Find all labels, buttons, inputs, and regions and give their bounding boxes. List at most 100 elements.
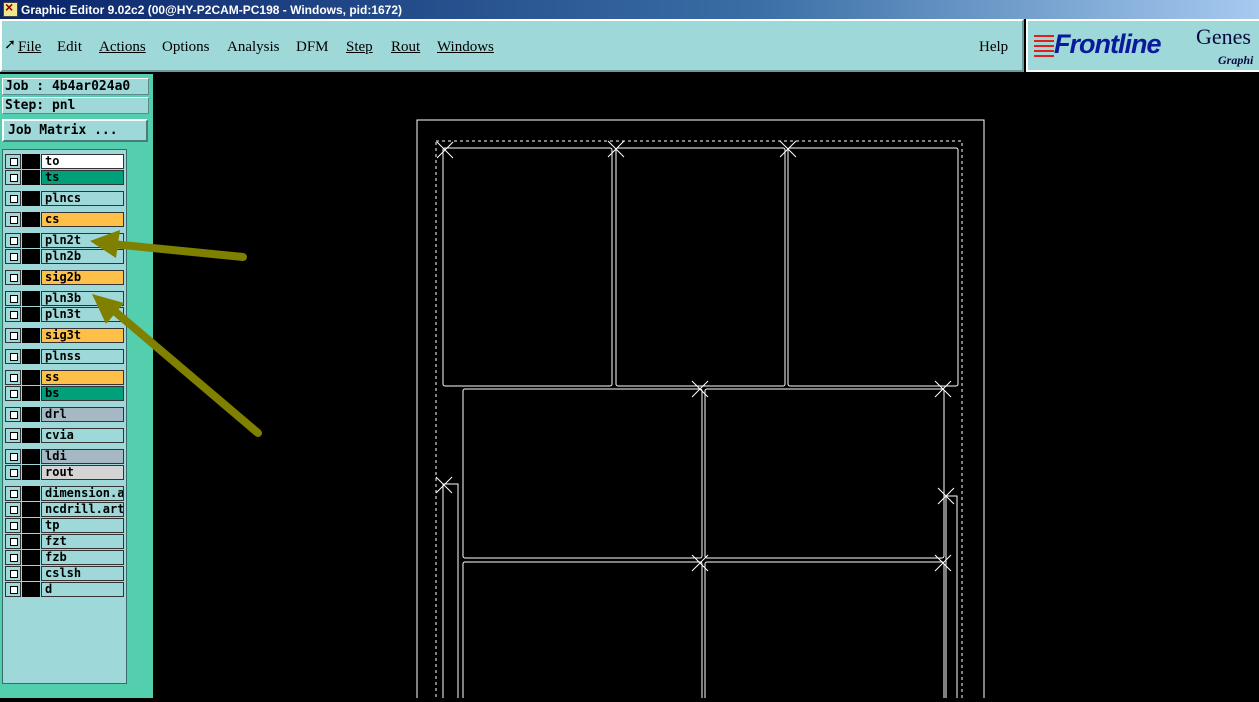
layer-name[interactable]: fzt: [41, 534, 124, 549]
layer-checkbox[interactable]: [5, 154, 21, 169]
layer-name[interactable]: ts: [41, 170, 124, 185]
layer-checkbox[interactable]: [5, 550, 21, 565]
menu-dfm[interactable]: DFM: [296, 39, 329, 56]
menu-rout[interactable]: Rout: [391, 39, 420, 56]
layer-display-slot[interactable]: [22, 566, 40, 581]
layer-display-slot[interactable]: [22, 486, 40, 501]
layer-checkbox[interactable]: [5, 486, 21, 501]
layer-checkbox[interactable]: [5, 465, 21, 480]
layer-name[interactable]: dimension.ar: [41, 486, 124, 501]
layer-checkbox[interactable]: [5, 518, 21, 533]
layer-display-slot[interactable]: [22, 170, 40, 185]
layer-row-pln2b[interactable]: pln2b: [5, 249, 124, 264]
layer-name[interactable]: cvia: [41, 428, 124, 443]
layer-row-bs[interactable]: bs: [5, 386, 124, 401]
layer-name[interactable]: rout: [41, 465, 124, 480]
layer-display-slot[interactable]: [22, 534, 40, 549]
layer-name[interactable]: cs: [41, 212, 124, 227]
layer-display-slot[interactable]: [22, 212, 40, 227]
menu-step[interactable]: Step: [346, 39, 373, 56]
layer-name[interactable]: plncs: [41, 191, 124, 206]
layer-name[interactable]: d: [41, 582, 124, 597]
layer-name[interactable]: fzb: [41, 550, 124, 565]
layer-name[interactable]: plnss: [41, 349, 124, 364]
layer-display-slot[interactable]: [22, 386, 40, 401]
layer-checkbox[interactable]: [5, 407, 21, 422]
layer-display-slot[interactable]: [22, 328, 40, 343]
layer-checkbox[interactable]: [5, 328, 21, 343]
layer-name[interactable]: sig3t: [41, 328, 124, 343]
layer-name[interactable]: to: [41, 154, 124, 169]
layer-row-plnss[interactable]: plnss: [5, 349, 124, 364]
layer-name[interactable]: ncdrill.art: [41, 502, 124, 517]
job-matrix-button[interactable]: Job Matrix ...: [2, 119, 148, 142]
layer-checkbox[interactable]: [5, 249, 21, 264]
layer-row-sig2b[interactable]: sig2b: [5, 270, 124, 285]
layer-row-rout[interactable]: rout: [5, 465, 124, 480]
layer-display-slot[interactable]: [22, 233, 40, 248]
menu-analysis[interactable]: Analysis: [227, 39, 280, 56]
layer-checkbox[interactable]: [5, 428, 21, 443]
layer-name[interactable]: ss: [41, 370, 124, 385]
layer-row-plncs[interactable]: plncs: [5, 191, 124, 206]
layer-display-slot[interactable]: [22, 407, 40, 422]
layer-row-pln3b[interactable]: pln3b: [5, 291, 124, 306]
layer-display-slot[interactable]: [22, 502, 40, 517]
layer-row-fzb[interactable]: fzb: [5, 550, 124, 565]
layer-checkbox[interactable]: [5, 566, 21, 581]
layer-display-slot[interactable]: [22, 428, 40, 443]
layer-name[interactable]: pln3t: [41, 307, 124, 322]
layer-row-ldi[interactable]: ldi: [5, 449, 124, 464]
layer-display-slot[interactable]: [22, 270, 40, 285]
layer-display-slot[interactable]: [22, 154, 40, 169]
layer-row-pln3t[interactable]: pln3t: [5, 307, 124, 322]
layer-name[interactable]: pln3b: [41, 291, 124, 306]
layer-row-drl[interactable]: drl: [5, 407, 124, 422]
layer-row-ts[interactable]: ts: [5, 170, 124, 185]
layer-display-slot[interactable]: [22, 307, 40, 322]
layer-checkbox[interactable]: [5, 386, 21, 401]
layer-display-slot[interactable]: [22, 582, 40, 597]
layer-checkbox[interactable]: [5, 534, 21, 549]
layer-list[interactable]: to ts plncs cs pln2t pln2b sig2b pln3b pln3t sig3…: [2, 149, 127, 684]
layer-row-d[interactable]: d: [5, 582, 124, 597]
layer-checkbox[interactable]: [5, 307, 21, 322]
layer-row-dimension-ar[interactable]: dimension.ar: [5, 486, 124, 501]
layer-row-to[interactable]: to: [5, 154, 124, 169]
layer-checkbox[interactable]: [5, 349, 21, 364]
layer-checkbox[interactable]: [5, 270, 21, 285]
layer-name[interactable]: bs: [41, 386, 124, 401]
layer-checkbox[interactable]: [5, 170, 21, 185]
layer-name[interactable]: ldi: [41, 449, 124, 464]
layer-name[interactable]: sig2b: [41, 270, 124, 285]
layer-row-cslsh[interactable]: cslsh: [5, 566, 124, 581]
layer-name[interactable]: drl: [41, 407, 124, 422]
layer-checkbox[interactable]: [5, 233, 21, 248]
menu-windows[interactable]: Windows: [437, 39, 494, 56]
layer-row-ncdrill-art[interactable]: ncdrill.art: [5, 502, 124, 517]
layer-name[interactable]: pln2t: [41, 233, 124, 248]
layer-checkbox[interactable]: [5, 582, 21, 597]
layer-row-sig3t[interactable]: sig3t: [5, 328, 124, 343]
layer-row-ss[interactable]: ss: [5, 370, 124, 385]
menu-options[interactable]: Options: [162, 39, 210, 56]
layer-name[interactable]: tp: [41, 518, 124, 533]
layer-name[interactable]: cslsh: [41, 566, 124, 581]
layer-row-fzt[interactable]: fzt: [5, 534, 124, 549]
layer-display-slot[interactable]: [22, 449, 40, 464]
layer-display-slot[interactable]: [22, 191, 40, 206]
layer-display-slot[interactable]: [22, 291, 40, 306]
layer-display-slot[interactable]: [22, 249, 40, 264]
layer-checkbox[interactable]: [5, 370, 21, 385]
menu-actions[interactable]: Actions: [99, 39, 146, 56]
layer-checkbox[interactable]: [5, 449, 21, 464]
menu-edit[interactable]: Edit: [57, 39, 82, 56]
layer-display-slot[interactable]: [22, 518, 40, 533]
layer-row-pln2t[interactable]: pln2t: [5, 233, 124, 248]
layer-name[interactable]: pln2b: [41, 249, 124, 264]
graphic-canvas[interactable]: [153, 74, 1259, 702]
menu-help[interactable]: Help: [979, 39, 1008, 56]
layer-checkbox[interactable]: [5, 212, 21, 227]
layer-display-slot[interactable]: [22, 550, 40, 565]
layer-checkbox[interactable]: [5, 291, 21, 306]
